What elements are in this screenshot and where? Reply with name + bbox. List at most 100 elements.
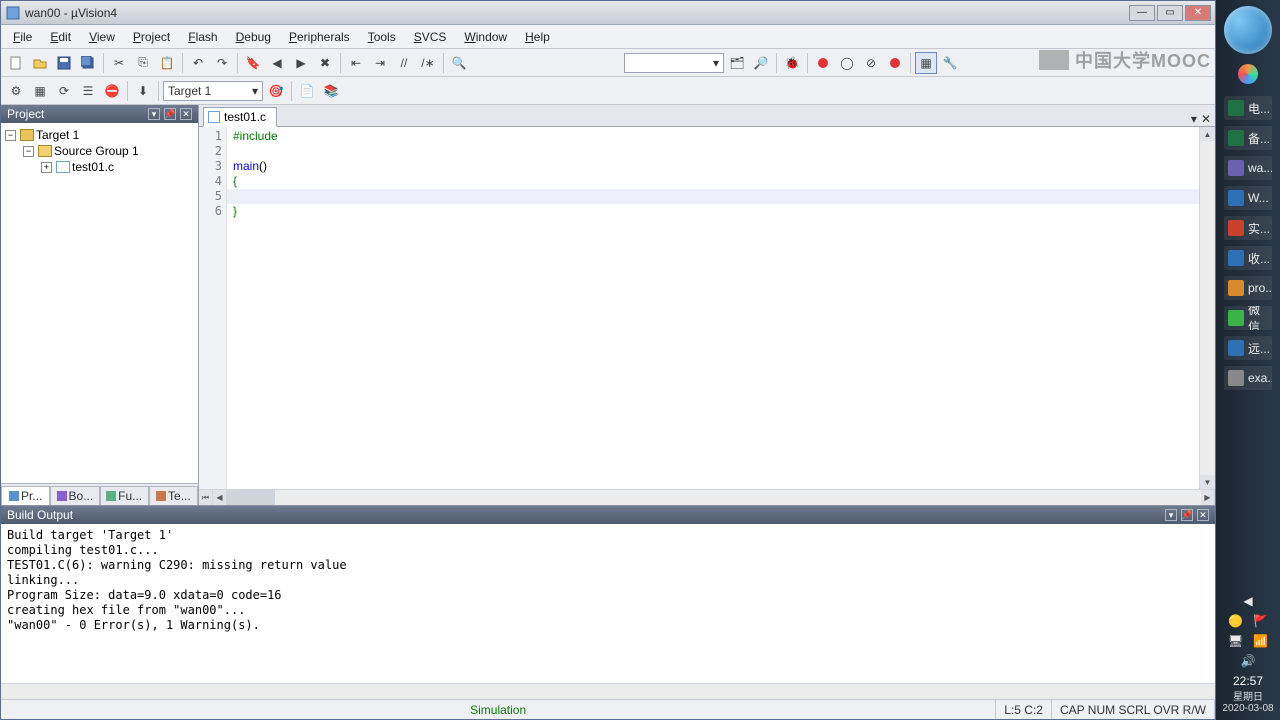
- configure-icon[interactable]: 🔧: [939, 52, 961, 74]
- find-combo[interactable]: ▾: [624, 53, 724, 73]
- scroll-first-icon[interactable]: ⏮: [199, 490, 213, 505]
- pane-pin-icon[interactable]: 📌: [164, 108, 176, 120]
- tree-target[interactable]: − Target 1: [3, 127, 196, 143]
- project-tab[interactable]: Te...: [149, 486, 198, 505]
- bookmark-clear-icon[interactable]: ✖: [314, 52, 336, 74]
- project-tab[interactable]: Fu...: [100, 486, 149, 505]
- breakpoint-insert-icon[interactable]: [812, 52, 834, 74]
- taskbar-item[interactable]: wa...: [1224, 156, 1272, 180]
- pane-close-icon[interactable]: ✕: [180, 108, 192, 120]
- incremental-find-icon[interactable]: 🔎: [750, 52, 772, 74]
- menu-tools[interactable]: Tools: [360, 28, 404, 46]
- menu-debug[interactable]: Debug: [228, 28, 279, 46]
- project-tab[interactable]: Pr...: [1, 486, 50, 505]
- rebuild-icon[interactable]: ⟳: [53, 80, 75, 102]
- tray-icon[interactable]: 🚩: [1253, 614, 1268, 628]
- cut-icon[interactable]: ✂: [108, 52, 130, 74]
- download-icon[interactable]: ⬇: [132, 80, 154, 102]
- scroll-down-icon[interactable]: ▼: [1200, 475, 1215, 489]
- build-hscroll[interactable]: [1, 683, 1215, 699]
- open-file-icon[interactable]: [29, 52, 51, 74]
- build-output-text[interactable]: Build target 'Target 1' compiling test01…: [1, 524, 1215, 683]
- indent-left-icon[interactable]: ⇤: [345, 52, 367, 74]
- uncomment-icon[interactable]: /∗: [417, 52, 439, 74]
- vertical-scrollbar[interactable]: ▲ ▼: [1199, 127, 1215, 489]
- volume-icon[interactable]: 🔊: [1241, 654, 1256, 668]
- tray-expand-icon[interactable]: ◀: [1243, 594, 1252, 608]
- taskbar-item[interactable]: pro...: [1224, 276, 1272, 300]
- taskbar-item[interactable]: 电...: [1224, 96, 1272, 120]
- manage-icon[interactable]: 📚: [320, 80, 342, 102]
- editor-tab[interactable]: test01.c: [203, 107, 277, 127]
- new-file-icon[interactable]: [5, 52, 27, 74]
- tray-icon[interactable]: 🟡: [1228, 614, 1243, 628]
- taskbar-item[interactable]: exa...: [1224, 366, 1272, 390]
- target-select[interactable]: Target 1▾: [163, 81, 263, 101]
- bookmark-prev-icon[interactable]: ◀: [266, 52, 288, 74]
- debug-icon[interactable]: 🐞: [781, 52, 803, 74]
- taskbar-item[interactable]: W...: [1224, 186, 1272, 210]
- tab-close-icon[interactable]: ✕: [1201, 112, 1211, 126]
- signal-icon[interactable]: 📶: [1253, 634, 1268, 648]
- translate-icon[interactable]: ⚙: [5, 80, 27, 102]
- pane-dropdown-icon[interactable]: ▾: [148, 108, 160, 120]
- scroll-left-icon[interactable]: ◀: [213, 490, 227, 505]
- breakpoint-disable-icon[interactable]: ⊘: [860, 52, 882, 74]
- menu-edit[interactable]: Edit: [42, 28, 79, 46]
- menu-help[interactable]: Help: [517, 28, 558, 46]
- taskbar-item[interactable]: 微信: [1224, 306, 1272, 330]
- bookmark-icon[interactable]: 🔖: [242, 52, 264, 74]
- find-in-files-icon[interactable]: 🗂: [726, 52, 748, 74]
- clock-time[interactable]: 22:57: [1220, 674, 1276, 688]
- menu-file[interactable]: File: [5, 28, 40, 46]
- scroll-right-icon[interactable]: ▶: [1201, 490, 1215, 505]
- save-icon[interactable]: [53, 52, 75, 74]
- build-icon[interactable]: ▦: [29, 80, 51, 102]
- code-body[interactable]: #include main(){ }: [227, 127, 1199, 489]
- undo-icon[interactable]: ↶: [187, 52, 209, 74]
- taskbar-item[interactable]: 收...: [1224, 246, 1272, 270]
- network-icon[interactable]: 🖥: [1228, 634, 1243, 648]
- taskbar-item[interactable]: 远...: [1224, 336, 1272, 360]
- expand-icon[interactable]: −: [5, 130, 16, 141]
- menu-peripherals[interactable]: Peripherals: [281, 28, 358, 46]
- minimize-button[interactable]: —: [1129, 5, 1155, 21]
- taskbar-item[interactable]: 实...: [1224, 216, 1272, 240]
- breakpoint-kill-icon[interactable]: [884, 52, 906, 74]
- close-button[interactable]: ✕: [1185, 5, 1211, 21]
- batch-build-icon[interactable]: ☰: [77, 80, 99, 102]
- menu-svcs[interactable]: SVCS: [406, 28, 455, 46]
- tree-group[interactable]: − Source Group 1: [3, 143, 196, 159]
- expand-icon[interactable]: +: [41, 162, 52, 173]
- breakpoint-enable-icon[interactable]: ◯: [836, 52, 858, 74]
- save-all-icon[interactable]: [77, 52, 99, 74]
- stop-build-icon[interactable]: ⛔: [101, 80, 123, 102]
- start-orb[interactable]: [1224, 6, 1272, 54]
- indent-right-icon[interactable]: ⇥: [369, 52, 391, 74]
- tab-dropdown-icon[interactable]: ▾: [1191, 112, 1197, 126]
- project-tree[interactable]: − Target 1 − Source Group 1 + test01.c: [1, 123, 198, 483]
- redo-icon[interactable]: ↷: [211, 52, 233, 74]
- pane-pin-icon[interactable]: 📌: [1181, 509, 1193, 521]
- expand-icon[interactable]: −: [23, 146, 34, 157]
- paste-icon[interactable]: 📋: [156, 52, 178, 74]
- pane-close-icon[interactable]: ✕: [1197, 509, 1209, 521]
- horizontal-scrollbar[interactable]: ⏮ ◀ ▶: [199, 489, 1215, 505]
- menu-window[interactable]: Window: [456, 28, 515, 46]
- maximize-button[interactable]: ▭: [1157, 5, 1183, 21]
- file-ext-icon[interactable]: 📄: [296, 80, 318, 102]
- bookmark-next-icon[interactable]: ▶: [290, 52, 312, 74]
- tree-file[interactable]: + test01.c: [3, 159, 196, 175]
- comment-icon[interactable]: //: [393, 52, 415, 74]
- menu-flash[interactable]: Flash: [180, 28, 225, 46]
- pane-dropdown-icon[interactable]: ▾: [1165, 509, 1177, 521]
- secondary-orb-icon[interactable]: [1238, 64, 1258, 84]
- taskbar-item[interactable]: 备...: [1224, 126, 1272, 150]
- window-layout-icon[interactable]: ▦: [915, 52, 937, 74]
- menu-view[interactable]: View: [81, 28, 123, 46]
- find-icon[interactable]: 🔍: [448, 52, 470, 74]
- target-options-icon[interactable]: 🎯: [265, 80, 287, 102]
- project-tab[interactable]: Bo...: [50, 486, 99, 505]
- copy-icon[interactable]: ⎘: [132, 52, 154, 74]
- code-editor[interactable]: 123456 #include main(){ } ▲ ▼: [199, 127, 1215, 489]
